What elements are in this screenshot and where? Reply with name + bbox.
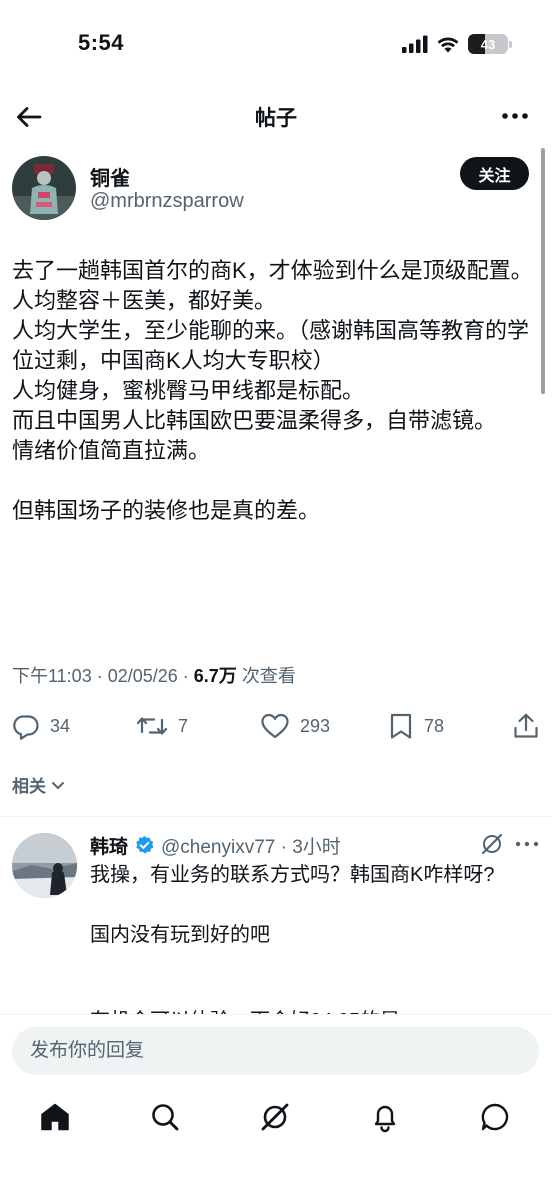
heart-icon [261,713,289,739]
reply-display-name[interactable]: 韩琦 [90,832,128,859]
related-label: 相关 [12,777,46,796]
reply-avatar[interactable] [12,833,77,898]
chevron-down-icon [52,781,64,789]
search-icon [152,1104,179,1131]
verified-badge-icon [136,835,154,854]
like-button[interactable]: 293 [260,712,330,740]
post-line: 但韩国场子的装修也是真的差。 [12,498,321,523]
repost-icon [136,717,168,735]
reply-input[interactable] [12,1027,539,1075]
bookmark-button[interactable]: 78 [388,712,444,740]
status-time: 5:54 [78,30,125,55]
repost-button[interactable]: 7 [136,712,188,740]
bookmark-count: 78 [424,715,445,736]
reply-header: 韩琦 @chenyixv77 · 3小时 [90,832,341,859]
bell-icon [374,1105,396,1133]
tab-home[interactable] [38,1100,72,1134]
more-options-icon[interactable] [500,104,530,128]
post-line: 情绪价值简直拉满。 [12,438,211,463]
reply-handle[interactable]: @chenyixv77 · 3小时 [161,832,341,859]
like-count: 293 [300,715,331,736]
wifi-icon [437,37,459,53]
post-line: 而且中国男人比韩国欧巴要温柔得多，自带滤镜。 [12,408,497,433]
grok-icon[interactable] [480,832,504,856]
author-avatar[interactable] [12,156,76,220]
tab-grok[interactable] [258,1100,292,1134]
reply-text: 我操，有业务的联系方式吗？韩国商K咋样呀? 国内没有玩到好的吧 [90,860,530,950]
status-icons: 43 [402,34,512,54]
view-count-label: 次查看 [236,666,296,686]
reply-line: 国内没有玩到好的吧 [90,924,270,946]
battery-icon: 43 [468,34,512,54]
post-line: 去了一趟韩国首尔的商K，才体验到什么是顶级配置。 [12,258,533,283]
post-line: 人均整容＋医美，都好美。 [12,288,277,313]
related-toggle[interactable]: 相关 [12,772,66,797]
author-handle[interactable]: @mrbrnzsparrow [90,190,244,213]
battery-percent: 43 [480,36,496,52]
view-count[interactable]: 6.7万 [194,666,237,686]
cellular-signal-icon [402,35,428,53]
post-line: 人均健身，蜜桃臀马甲线都是标配。 [12,378,365,403]
post-line: 人均大学生，至少能聊的来。（感谢韩国高等教育的学位过剩，中国商K人均大专职校） [12,318,530,373]
reply-button[interactable]: 34 [12,712,70,740]
share-icon [514,713,538,738]
follow-button[interactable]: 关注 [460,157,529,190]
home-icon [41,1103,69,1131]
share-button[interactable] [512,712,540,740]
author-display-name[interactable]: 铜雀 [90,162,130,191]
reply-line: 我操，有业务的联系方式吗？韩国商K咋样呀? [90,864,495,886]
reply-count: 34 [50,715,71,736]
post-text: 去了一趟韩国首尔的商K，才体验到什么是顶级配置。 人均整容＋医美，都好美。 人均… [12,256,538,526]
tab-messages[interactable] [478,1100,512,1134]
reply-more-options-icon[interactable] [514,836,540,852]
divider [0,816,552,817]
page-title: 帖子 [255,107,297,130]
post-meta: 下午11:03 · 02/05/26 · 6.7万 次查看 [12,662,296,688]
reply-icon [13,715,39,740]
scrollbar[interactable] [541,148,545,394]
message-icon [481,1103,509,1131]
bookmark-icon [390,713,412,739]
post-timestamp: 下午11:03 · 02/05/26 · [12,666,194,686]
grok-icon [261,1103,289,1131]
tab-search[interactable] [148,1100,182,1134]
tab-notifications[interactable] [368,1100,402,1134]
repost-count: 7 [178,715,189,736]
